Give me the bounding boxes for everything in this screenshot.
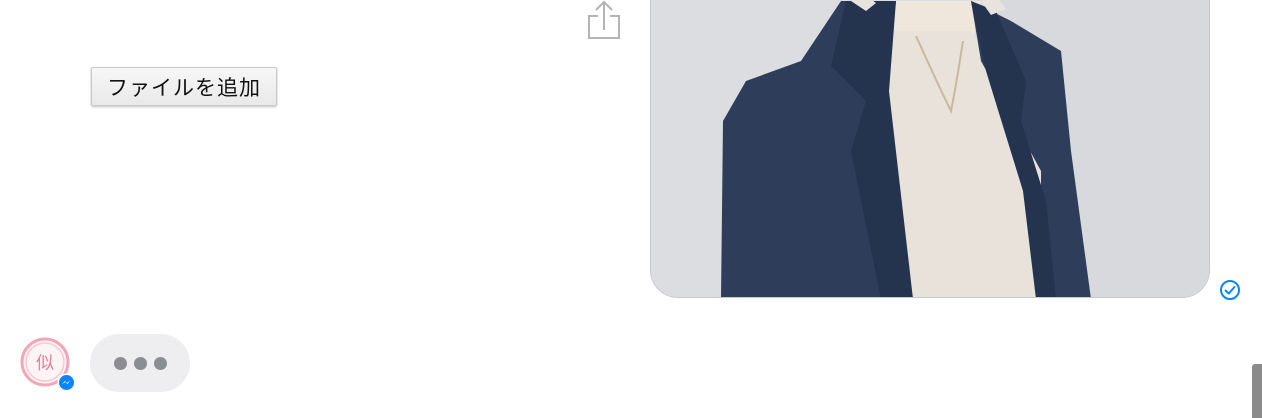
share-button[interactable] bbox=[584, 0, 624, 42]
sender-avatar-group[interactable]: 似 bbox=[20, 337, 76, 392]
typing-indicator bbox=[90, 334, 190, 392]
share-icon bbox=[588, 0, 620, 39]
typing-dot bbox=[153, 356, 167, 370]
messenger-icon bbox=[57, 373, 76, 392]
add-file-button[interactable]: ファイルを追加 bbox=[91, 67, 277, 106]
scrollbar-thumb[interactable] bbox=[1252, 364, 1262, 418]
photo-message[interactable] bbox=[650, 0, 1210, 298]
typing-dot bbox=[133, 356, 147, 370]
photo-image bbox=[651, 0, 1209, 297]
typing-dot bbox=[113, 356, 127, 370]
check-circle-icon bbox=[1220, 280, 1240, 300]
